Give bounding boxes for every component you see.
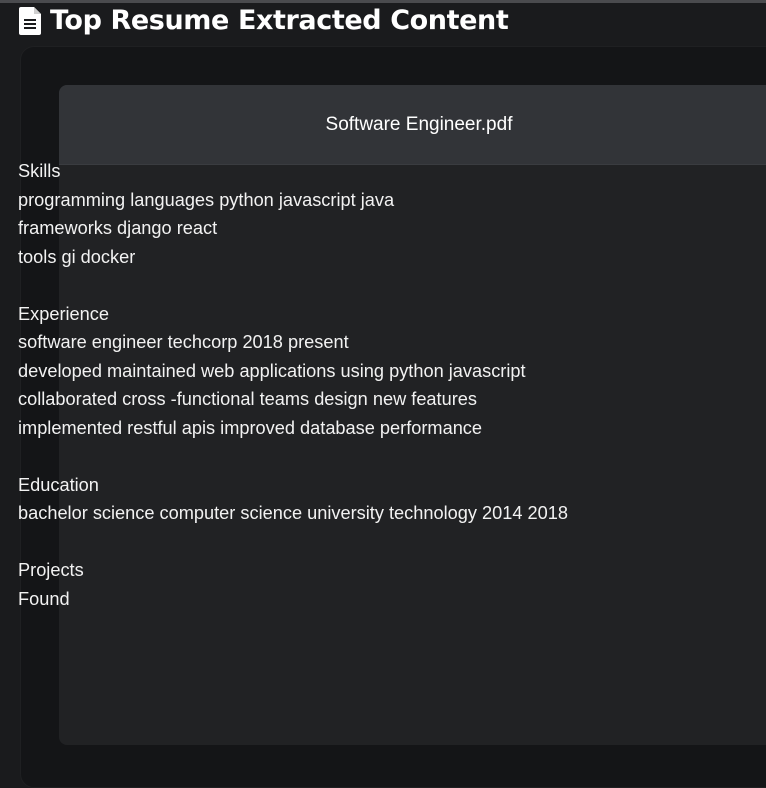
content-line: developed maintained web applications us… [18, 360, 526, 381]
content-line: Education [18, 474, 99, 495]
content-blank-line [18, 271, 568, 300]
content-line: programming languages python javascript … [18, 189, 395, 210]
content-blank-line [18, 528, 568, 557]
content-line: bachelor science computer science univer… [18, 503, 568, 523]
resume-filename: Software Engineer.pdf [325, 113, 513, 135]
resume-card-header[interactable]: Software Engineer.pdf [59, 85, 766, 165]
content-line: software engineer techcorp 2018 present [18, 332, 349, 352]
content-blank-line [18, 442, 568, 471]
page-header: Top Resume Extracted Content [18, 4, 509, 38]
content-line: Projects [18, 560, 84, 580]
top-border [0, 0, 766, 3]
content-line: implemented restful apis improved databa… [18, 417, 483, 438]
page-title: Top Resume Extracted Content [50, 5, 509, 36]
content-line: frameworks django react [18, 218, 218, 238]
content-line: Found [18, 588, 70, 609]
content-line: Skills [18, 161, 61, 181]
resume-content: Skills programming languages python java… [18, 157, 568, 613]
document-icon [19, 7, 41, 35]
content-line: Experience [18, 303, 109, 324]
content-line: collaborated cross -functional teams des… [18, 389, 477, 409]
content-line: tools gi docker [18, 246, 136, 267]
